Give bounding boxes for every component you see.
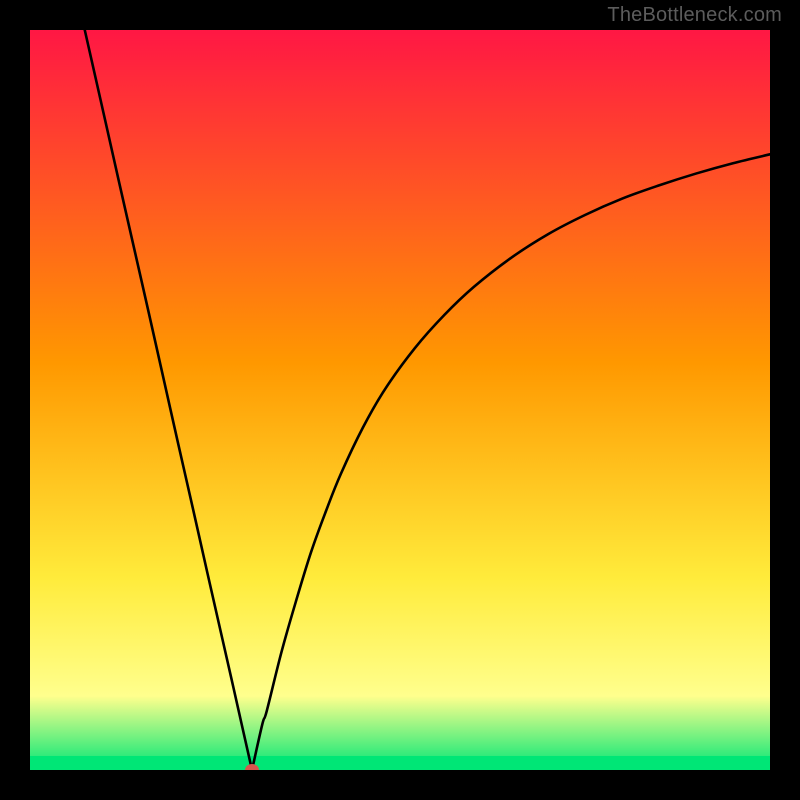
- chart-container: TheBottleneck.com: [0, 0, 800, 800]
- frame-bottom: [0, 770, 800, 800]
- watermark-text: TheBottleneck.com: [607, 4, 782, 27]
- frame-left: [0, 0, 30, 800]
- plot-background: [30, 30, 770, 770]
- frame-right: [770, 0, 800, 800]
- bottom-green-band: [30, 756, 770, 770]
- bottleneck-chart: [0, 0, 800, 800]
